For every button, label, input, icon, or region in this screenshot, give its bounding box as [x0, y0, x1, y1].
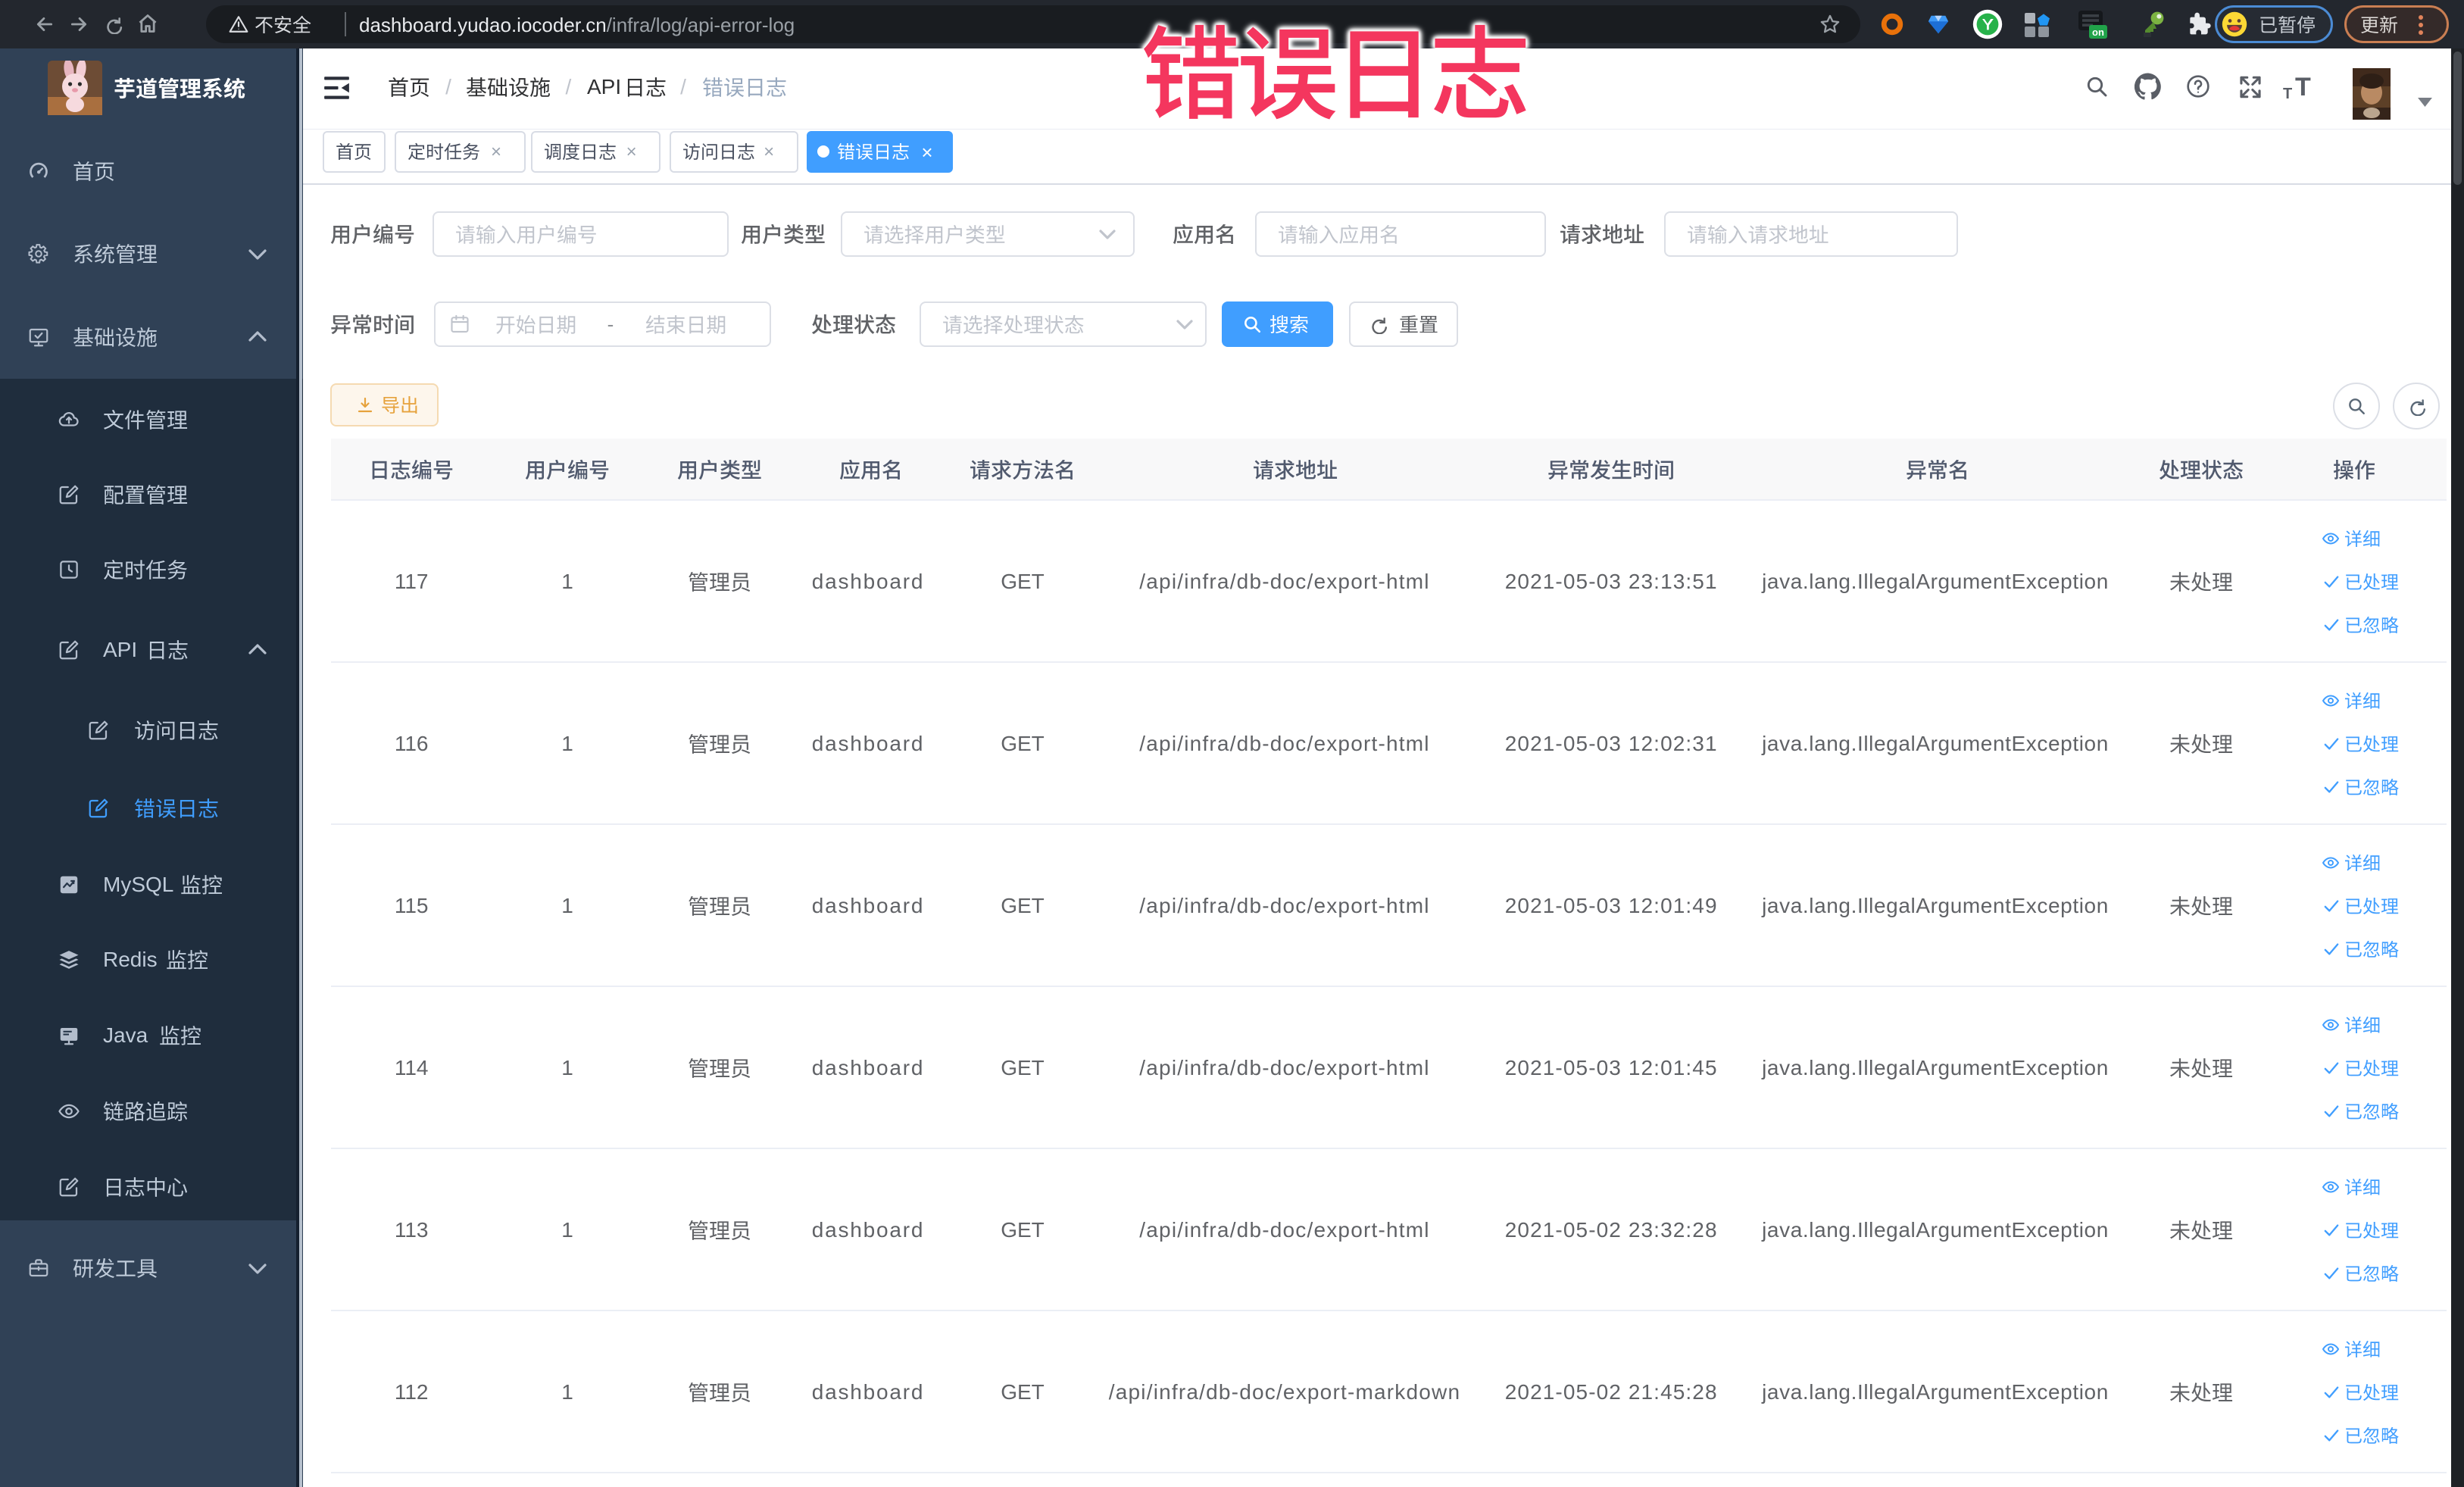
svg-text:on: on — [2092, 27, 2104, 38]
